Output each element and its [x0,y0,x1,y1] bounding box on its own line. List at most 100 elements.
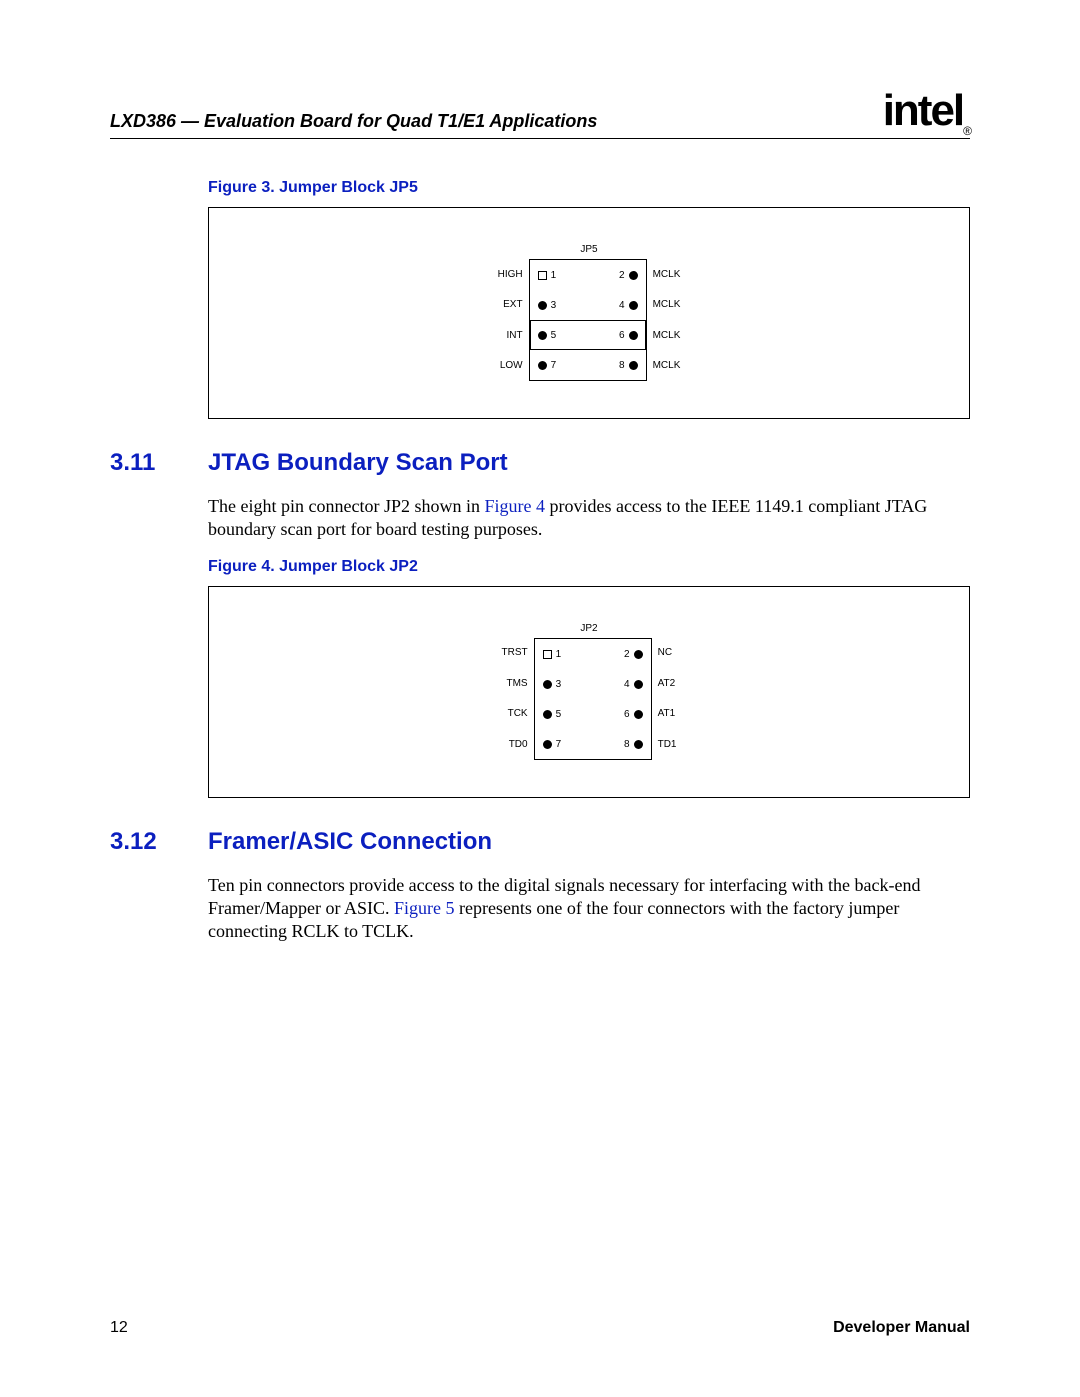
footer-label: Developer Manual [833,1319,970,1337]
pin-number: 3 [556,679,562,690]
figure3-caption: Figure 3. Jumper Block JP5 [208,179,970,197]
pin-number: 2 [624,649,630,660]
jp5-grid: 12345678 [529,259,647,381]
pin-dot-icon [634,650,643,659]
pin-number: 4 [619,300,625,311]
pin-cell-left: 3 [535,679,593,690]
jp5-r0: MCLK [653,260,681,290]
pin-cell-right: 4 [593,679,651,690]
pin-row: 12 [530,260,646,290]
pin-number: 6 [624,709,630,720]
pin-dot-icon [629,361,638,370]
pin-number: 1 [556,649,562,660]
pin-dot-icon [538,361,547,370]
pin-dot-icon [634,680,643,689]
pin-number: 7 [556,739,562,750]
pin-number: 5 [551,330,557,341]
pin-cell-right: 6 [593,709,651,720]
pin-dot-icon [634,710,643,719]
pin-cell-left: 5 [530,330,588,341]
jp5-r1: MCLK [653,290,681,320]
pin-number: 5 [556,709,562,720]
jp2-r1: AT2 [658,669,677,699]
figure4-caption: Figure 4. Jumper Block JP2 [208,558,970,576]
jp5-right-labels: MCLK MCLK MCLK MCLK [653,259,681,381]
jp2-label: JP2 [580,623,597,634]
pin-number: 8 [619,360,625,371]
jp5-l0: HIGH [498,260,523,290]
pin-cell-left: 5 [535,709,593,720]
jp2-r2: AT1 [658,699,677,729]
pin-dot-icon [629,331,638,340]
jp2-grid: 12345678 [534,638,652,760]
pin-dot-icon [543,740,552,749]
figure5-link[interactable]: Figure 5 [394,898,455,918]
jp2-l0: TRST [501,638,527,668]
pin-cell-left: 3 [530,300,588,311]
pin-number: 2 [619,270,625,281]
pin-square-icon [543,650,552,659]
pin-cell-right: 4 [588,300,646,311]
header-title: LXD386 — Evaluation Board for Quad T1/E1… [110,111,597,132]
jp2-right-labels: NC AT2 AT1 TD1 [658,638,677,760]
jp5-l3: LOW [498,351,523,381]
pin-cell-left: 7 [535,739,593,750]
jp2-r0: NC [658,638,677,668]
pin-row: 34 [530,290,646,320]
logo-text: intel [883,86,963,135]
header-rule [110,138,970,139]
page-number: 12 [110,1319,128,1337]
pin-number: 6 [619,330,625,341]
pin-row: 56 [530,320,646,350]
pin-cell-right: 2 [588,270,646,281]
pin-square-icon [538,271,547,280]
section-312-heading: 3.12 Framer/ASIC Connection [110,828,970,856]
pin-dot-icon [629,271,638,280]
pin-number: 8 [624,739,630,750]
pin-cell-left: 7 [530,360,588,371]
figure4-box: JP2 TRST TMS TCK TD0 12345678 NC AT2 AT1… [208,586,970,798]
pin-cell-right: 6 [588,330,646,341]
jp5-l2: INT [498,321,523,351]
jp2-l3: TD0 [501,730,527,760]
pin-row: 12 [535,639,651,669]
section-311-num: 3.11 [110,449,184,477]
pin-number: 7 [551,360,557,371]
pin-dot-icon [538,331,547,340]
jp2-r3: TD1 [658,730,677,760]
pin-number: 3 [551,300,557,311]
pin-number: 1 [551,270,557,281]
pin-cell-right: 2 [593,649,651,660]
section-312-num: 3.12 [110,828,184,856]
pin-row: 34 [535,669,651,699]
pin-cell-left: 1 [530,270,588,281]
pin-dot-icon [634,740,643,749]
jp2-diagram: JP2 TRST TMS TCK TD0 12345678 NC AT2 AT1… [501,623,676,760]
pin-dot-icon [629,301,638,310]
page-header: LXD386 — Evaluation Board for Quad T1/E1… [110,80,970,132]
jp5-diagram: JP5 HIGH EXT INT LOW 12345678 MCLK MCLK … [498,244,681,381]
pin-cell-right: 8 [593,739,651,750]
jp2-left-labels: TRST TMS TCK TD0 [501,638,527,760]
jp5-label: JP5 [580,244,597,255]
page-footer: 12 Developer Manual [110,1319,970,1337]
jp5-left-labels: HIGH EXT INT LOW [498,259,523,381]
logo-reg: ® [963,124,970,138]
intel-logo: intel® [883,86,970,138]
pin-row: 78 [530,350,646,380]
section-311-title: JTAG Boundary Scan Port [208,449,508,477]
section-311-heading: 3.11 JTAG Boundary Scan Port [110,449,970,477]
s311-a: The eight pin connector JP2 shown in [208,496,484,516]
section-312-title: Framer/ASIC Connection [208,828,492,856]
pin-dot-icon [538,301,547,310]
pin-dot-icon [543,710,552,719]
pin-cell-left: 1 [535,649,593,660]
figure4-link[interactable]: Figure 4 [484,496,545,516]
pin-row: 78 [535,729,651,759]
pin-row: 56 [535,699,651,729]
jp5-r3: MCLK [653,351,681,381]
pin-dot-icon [543,680,552,689]
pin-number: 4 [624,679,630,690]
jp2-l2: TCK [501,699,527,729]
jp2-l1: TMS [501,669,527,699]
